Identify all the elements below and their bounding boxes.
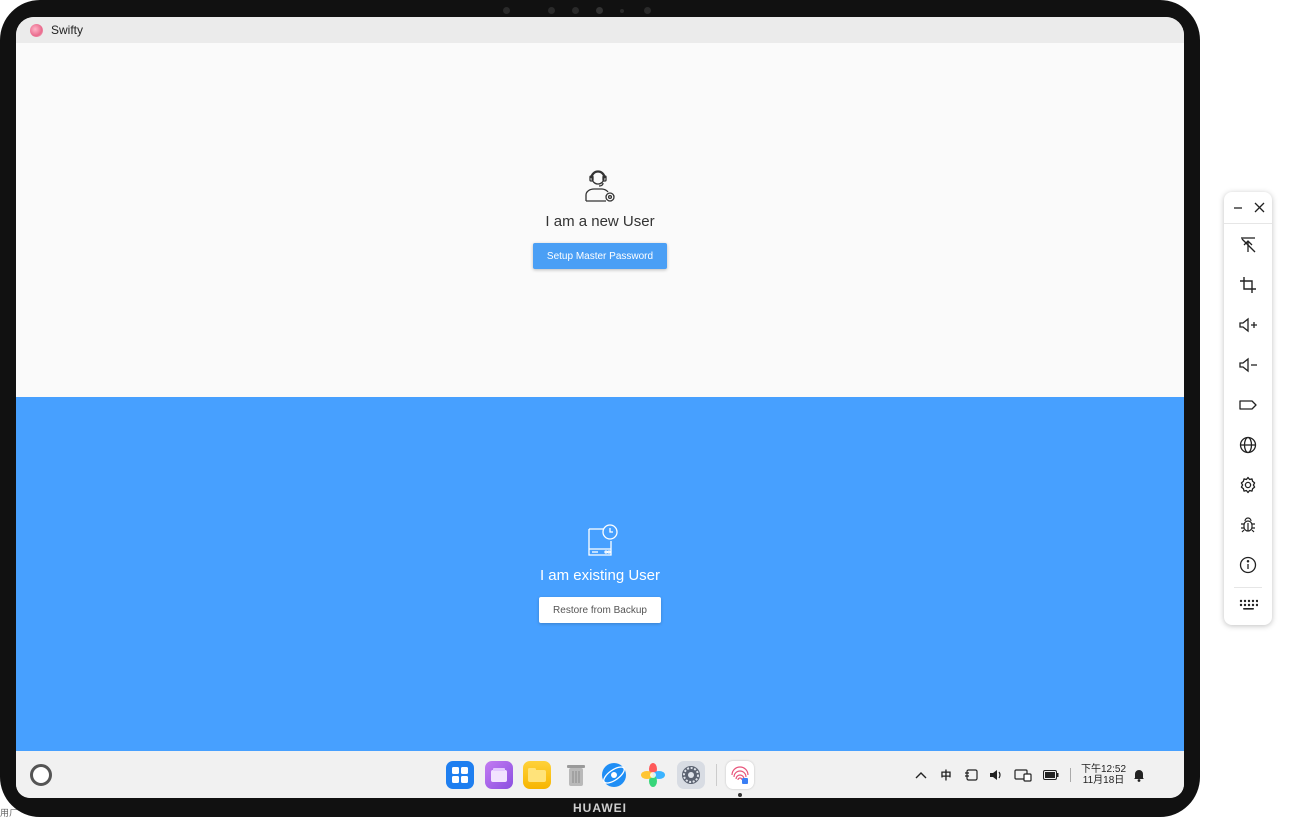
- dock: [446, 761, 764, 797]
- screen: Swifty I am a new User Setup Master Pass…: [16, 17, 1184, 798]
- backup-restore-icon: [588, 524, 618, 556]
- swifty-app-icon[interactable]: [725, 761, 754, 797]
- active-indicator: [737, 793, 742, 797]
- setup-master-password-button[interactable]: Setup Master Password: [532, 243, 668, 269]
- restore-from-backup-button[interactable]: Restore from Backup: [539, 597, 661, 623]
- app-title: Swifty: [51, 23, 84, 37]
- gear-icon[interactable]: [1238, 475, 1258, 495]
- display-icon[interactable]: [1014, 768, 1032, 782]
- new-user-panel: I am a new User Setup Master Password: [16, 43, 1184, 397]
- chevron-up-icon[interactable]: [914, 768, 928, 782]
- edge-text: 用ㄏ: [0, 808, 19, 817]
- title-bar: Swifty: [16, 17, 1184, 43]
- start-button[interactable]: [30, 764, 52, 786]
- globe-icon[interactable]: [1238, 435, 1258, 455]
- battery-icon[interactable]: [1043, 768, 1059, 782]
- tray-separator: [1070, 768, 1071, 782]
- volume-up-icon[interactable]: [1238, 315, 1258, 335]
- dock-separator: [715, 764, 717, 786]
- clipboard-icon[interactable]: [964, 768, 978, 782]
- bug-icon[interactable]: [1238, 515, 1258, 535]
- clock-date: 11月18日: [1082, 775, 1125, 786]
- taskbar: 中 下午12:52 11月18日: [16, 751, 1184, 798]
- app-center-icon[interactable]: [446, 761, 474, 789]
- tag-icon[interactable]: [1238, 395, 1258, 415]
- minimize-icon[interactable]: [1232, 202, 1244, 214]
- new-user-heading: I am a new User: [545, 213, 655, 230]
- bell-icon[interactable]: [1132, 768, 1146, 782]
- browser-icon[interactable]: [600, 761, 628, 789]
- camera-bar: [500, 5, 660, 17]
- pointer-off-icon[interactable]: [1238, 235, 1258, 255]
- user-support-icon: [585, 170, 615, 202]
- existing-user-heading: I am existing User: [539, 567, 661, 584]
- crop-icon[interactable]: [1238, 275, 1258, 295]
- device-brand: HUAWEI: [573, 801, 627, 815]
- tablet-frame: Swifty I am a new User Setup Master Pass…: [0, 0, 1200, 817]
- existing-user-panel: I am existing User Restore from Backup: [16, 397, 1184, 751]
- volume-down-icon[interactable]: [1238, 355, 1258, 375]
- swifty-logo-icon: [30, 23, 43, 37]
- trash-icon[interactable]: [562, 761, 590, 789]
- system-tray: 中 下午12:52 11月18日: [914, 763, 1157, 787]
- keyboard-icon[interactable]: [1238, 595, 1258, 615]
- clock-time: 下午12:52: [1081, 764, 1127, 775]
- gallery-icon[interactable]: [639, 761, 667, 789]
- settings-icon[interactable]: [677, 761, 705, 789]
- toolbar-divider: [1234, 587, 1262, 588]
- info-icon[interactable]: [1238, 555, 1258, 575]
- input-method-icon[interactable]: 中: [939, 768, 953, 782]
- files-icon[interactable]: [523, 761, 551, 789]
- multi-window-icon[interactable]: [484, 761, 513, 789]
- clock[interactable]: 下午12:52 11月18日: [1081, 764, 1126, 786]
- volume-icon[interactable]: [989, 768, 1003, 782]
- close-icon[interactable]: [1253, 202, 1265, 214]
- emulator-toolbar: [1224, 192, 1272, 625]
